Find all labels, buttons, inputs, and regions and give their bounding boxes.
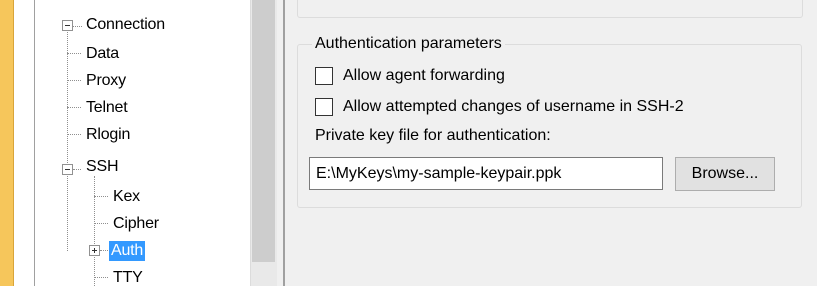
tree-item-telnet[interactable]: Telnet bbox=[84, 97, 130, 119]
tree-item-kex[interactable]: Kex bbox=[111, 186, 142, 208]
tree-connector-line bbox=[73, 169, 81, 170]
left-margin bbox=[14, 0, 35, 286]
tree-item-label: Rlogin bbox=[86, 126, 131, 143]
expand-auth-icon[interactable] bbox=[89, 245, 100, 256]
tree-connector-line bbox=[94, 223, 108, 224]
tree-connector-line bbox=[67, 134, 81, 135]
tree-item-label: Kex bbox=[113, 188, 140, 205]
tree-item-cipher[interactable]: Cipher bbox=[111, 213, 161, 235]
tree-item-connection[interactable]: Connection bbox=[84, 14, 167, 36]
collapse-ssh-icon[interactable] bbox=[62, 164, 73, 175]
allow-username-changes-option[interactable]: Allow attempted changes of username in S… bbox=[315, 96, 684, 118]
tree-item-label: TTY bbox=[113, 269, 143, 286]
tree-connector-line bbox=[67, 107, 81, 108]
private-key-label: Private key file for authentication: bbox=[315, 127, 551, 144]
tree-connector-line bbox=[67, 80, 81, 81]
tree-connector-line bbox=[67, 53, 81, 54]
browse-button[interactable]: Browse... bbox=[675, 157, 775, 191]
allow-username-changes-checkbox[interactable] bbox=[315, 98, 333, 116]
allow-agent-forwarding-option[interactable]: Allow agent forwarding bbox=[315, 65, 505, 87]
tree-item-label: Proxy bbox=[86, 72, 126, 89]
tree-item-label: Cipher bbox=[113, 215, 159, 232]
tree-item-rlogin[interactable]: Rlogin bbox=[84, 124, 132, 146]
tree-connector-line bbox=[94, 176, 95, 286]
private-key-file-input[interactable] bbox=[309, 157, 663, 190]
tree-connector-line bbox=[94, 277, 108, 278]
checkbox-label: Allow agent forwarding bbox=[343, 67, 505, 84]
allow-agent-forwarding-checkbox[interactable] bbox=[315, 67, 333, 85]
tree-item-label: Connection bbox=[86, 16, 165, 33]
category-tree: Connection Data Proxy Telnet Rlogin SSH … bbox=[35, 0, 250, 286]
tree-scrollbar-thumb[interactable] bbox=[252, 0, 275, 262]
tree-item-data[interactable]: Data bbox=[84, 43, 121, 65]
putty-configuration-window: Connection Data Proxy Telnet Rlogin SSH … bbox=[0, 0, 817, 286]
group-title: Authentication parameters bbox=[312, 34, 505, 54]
tree-item-tty[interactable]: TTY bbox=[111, 267, 145, 286]
tree-item-label: Auth bbox=[109, 241, 146, 261]
tree-item-label: Telnet bbox=[86, 99, 128, 116]
tree-item-auth[interactable]: Auth bbox=[109, 240, 146, 262]
tree-item-proxy[interactable]: Proxy bbox=[84, 70, 128, 92]
tree-item-label: SSH bbox=[86, 158, 119, 175]
tree-item-label: Data bbox=[86, 45, 119, 62]
checkbox-label: Allow attempted changes of username in S… bbox=[343, 98, 684, 115]
left-accent-strip bbox=[0, 0, 14, 286]
tree-connector-line bbox=[67, 30, 68, 251]
tree-item-ssh[interactable]: SSH bbox=[84, 156, 120, 178]
collapse-connection-icon[interactable] bbox=[62, 20, 73, 31]
previous-group-box bbox=[297, 0, 803, 18]
tree-connector-line bbox=[94, 196, 108, 197]
tree-connector-line bbox=[100, 250, 108, 251]
